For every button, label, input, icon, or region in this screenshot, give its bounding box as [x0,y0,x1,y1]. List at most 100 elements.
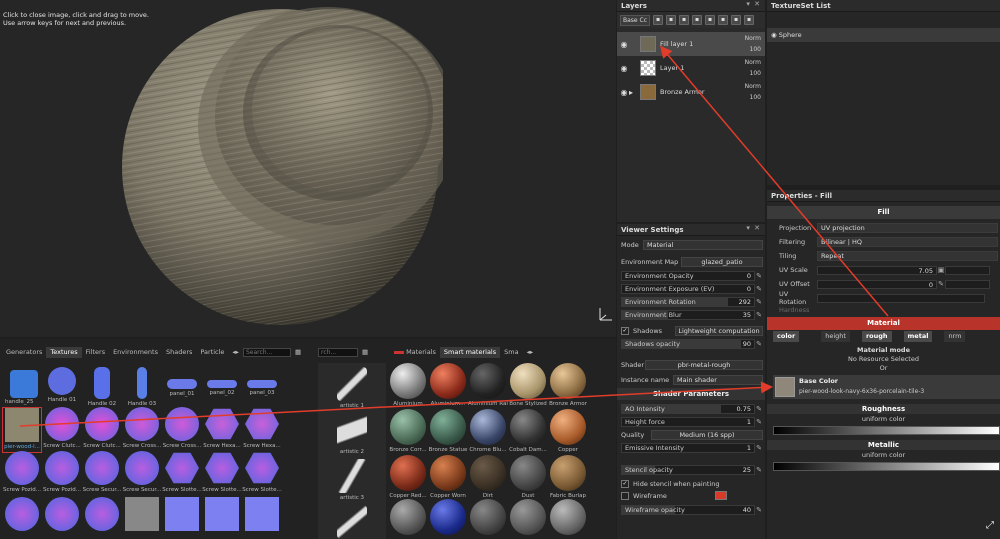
channel-color[interactable]: color [773,331,800,342]
material-item[interactable]: Copper [548,409,588,455]
shelf-item[interactable]: Screw Pozid... [42,451,82,497]
ao-intensity-slider[interactable]: AO Intensity 0.75 [621,403,755,414]
material-item[interactable]: Aluminium Ral... [468,363,508,409]
shelf-item[interactable]: Screw Cross... [162,407,202,453]
pencil-icon[interactable]: ✎ [755,444,763,452]
tab-smart-masks[interactable]: Sma [500,347,522,358]
channel-metal[interactable]: metal [903,331,933,342]
tab-scroll-arrows-icon[interactable]: ◂▸ [228,347,243,358]
material-item[interactable] [428,499,468,539]
uv-scale-slider[interactable]: 7.05 [817,265,937,275]
textureset-item-sphere[interactable]: ◉ Sphere [767,28,1000,42]
shelf-item[interactable]: Screw Hexa... [242,407,282,453]
env-rotation-slider[interactable]: Environment Rotation 292 [621,296,755,307]
uv-scale-slider-v[interactable] [945,265,990,275]
shelf-item[interactable] [202,497,242,539]
pencil-icon[interactable]: ✎ [755,272,763,280]
base-color-slot[interactable]: Base Color pier-wood-look-navy-6x36-porc… [773,375,1000,399]
material-item[interactable]: Aluminium... [428,363,468,409]
pencil-icon[interactable]: ✎ [755,298,763,306]
material-item[interactable] [548,499,588,539]
shelf-item[interactable] [162,497,202,539]
blend-mode-select[interactable]: Base Cc [620,14,650,26]
env-blur-slider[interactable]: Environment Blur 35 [621,309,755,320]
material-item[interactable]: Bronze Armor [548,363,588,409]
shelf-item[interactable]: Screw Clutc... [42,407,82,453]
material-item[interactable] [508,499,548,539]
add-folder-icon[interactable]: ▪ [705,15,715,25]
emissive-slider[interactable]: Emissive Intensity 1 [621,442,755,453]
add-paint-layer-icon[interactable]: ▪ [653,15,663,25]
shader-params-header[interactable]: Shader Parameters [617,388,765,400]
tiling-select[interactable]: Repeat [817,251,998,261]
layer-row-fill[interactable]: ◉ Fill layer 1 Norm 100 [617,32,765,56]
shelf-item[interactable]: Screw Secur... [82,451,122,497]
instance-icon[interactable]: ▪ [731,15,741,25]
shelf-item[interactable] [42,497,82,539]
shadows-checkbox[interactable]: ✓ [621,326,629,335]
tab-filters[interactable]: Filters [82,347,109,358]
env-opacity-slider[interactable]: Environment Opacity 0 [621,270,755,281]
alpha-item[interactable]: artistic 2 [322,413,382,459]
pencil-icon[interactable]: ✎ [755,506,763,514]
grid-view-icon[interactable]: ▦ [358,347,372,358]
add-effect-icon[interactable]: ▪ [692,15,702,25]
shelf-item[interactable]: Screw Slotte... [162,451,202,497]
tab-particles[interactable]: Particle [196,347,228,358]
tab-textures[interactable]: Textures [46,347,82,358]
material-item[interactable]: Cobalt Dam... [508,409,548,455]
material-item[interactable]: Chrome Blu... [468,409,508,455]
wireframe-checkbox[interactable] [621,491,629,500]
shelf-item[interactable] [82,497,122,539]
channel-nrm[interactable]: nrm [944,331,966,342]
wireframe-color-swatch[interactable] [715,491,727,500]
material-item[interactable]: Bronze Statue [428,409,468,455]
pencil-icon[interactable]: ✎ [755,405,763,413]
metallic-gradient-slider[interactable] [773,462,1000,471]
panel-controls-icon[interactable]: ▾ ✕ [746,224,761,232]
height-force-slider[interactable]: Height force 1 [621,416,755,427]
pencil-icon[interactable]: ✎ [755,340,763,348]
roughness-gradient-slider[interactable] [773,426,1000,435]
eye-icon[interactable]: ◉ [771,31,779,39]
layer-row-paint[interactable]: ◉ Layer 1 Norm 100 [617,56,765,80]
material-item[interactable]: Bone Stylized [508,363,548,409]
alpha-search-input[interactable]: rch... [318,348,358,357]
shelf-item[interactable]: Screw Slotte... [202,451,242,497]
eye-icon[interactable]: ◉ [619,64,629,73]
shadows-select[interactable]: Lightweight computation [675,325,763,336]
envmap-select[interactable]: glazed_patio [681,256,763,267]
material-item[interactable]: Dust [508,455,548,501]
material-item[interactable]: Fabric Burlap [548,455,588,501]
alpha-item[interactable]: artistic 1 [322,367,382,413]
wireframe-opacity-slider[interactable]: Wireframe opacity 40 [621,504,755,515]
instance-name-input[interactable]: Main shader [673,374,763,385]
layer-row-folder[interactable]: ◉ ▸ Bronze Armor Norm 100 [617,80,765,104]
shelf-item[interactable]: Screw Slotte... [242,451,282,497]
stencil-opacity-slider[interactable]: Stencil opacity 25 [621,464,755,475]
projection-select[interactable]: UV projection [817,223,998,233]
panel-controls-icon[interactable]: ▾ ✕ [746,0,761,8]
uv-offset-slider[interactable]: 0 [817,279,937,289]
eye-icon[interactable]: ◉ [619,40,629,49]
tab-environments[interactable]: Environments [109,347,162,358]
eye-icon[interactable]: ◉ [619,88,629,97]
pencil-icon[interactable]: ✎ [755,418,763,426]
material-item[interactable]: Bronze Corr... [388,409,428,455]
material-item[interactable]: Copper Red... [388,455,428,501]
shelf-item[interactable]: Screw Cross... [122,407,162,453]
tab-shaders[interactable]: Shaders [162,347,196,358]
shelf-item[interactable]: Screw Secur... [122,451,162,497]
hide-stencil-checkbox[interactable]: ✓ [621,479,629,488]
wood-sphere-model[interactable] [118,5,443,330]
filtering-select[interactable]: Bilinear | HQ [817,237,998,247]
tab-generators[interactable]: Generators [2,347,46,358]
shelf-item[interactable]: Screw Clutc... [82,407,122,453]
trash-icon[interactable]: ▪ [744,15,754,25]
lock-icon[interactable]: ▣ [937,266,945,274]
material-item[interactable]: Aluminium [388,363,428,409]
channel-height[interactable]: height [821,331,850,342]
shelf-item[interactable]: Screw Hexa... [202,407,242,453]
shelf-item[interactable] [122,497,162,539]
folder-icon[interactable]: ▸ [629,88,637,97]
